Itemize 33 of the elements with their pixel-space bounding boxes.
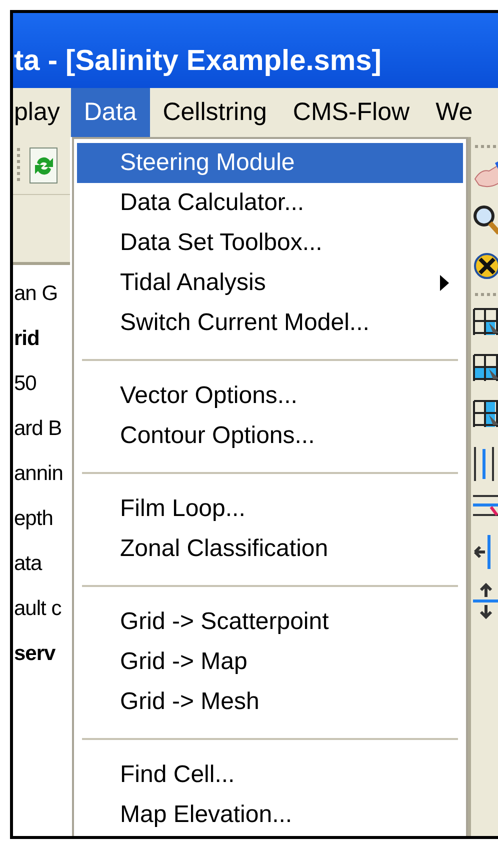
menu-option[interactable]: Zonal Classification [77, 529, 463, 569]
menu-item[interactable]: CMS-Flow [280, 88, 423, 137]
tree-item[interactable]: ault c [13, 586, 62, 631]
tree-item[interactable]: serv [13, 631, 56, 676]
refresh-icon[interactable] [29, 146, 59, 184]
menu-option[interactable]: Switch Current Model... [77, 303, 463, 343]
menu-item[interactable]: Data [70, 88, 150, 137]
menu-item[interactable]: We [422, 88, 486, 137]
menu-option[interactable]: Grid -> Mesh [77, 682, 463, 722]
tree-item[interactable]: an G [13, 271, 58, 316]
tree-item[interactable]: ata [13, 541, 42, 586]
tree-item[interactable]: annin [13, 451, 63, 496]
menu-option[interactable]: Grid -> Map [77, 642, 463, 682]
menu-option[interactable]: Film Loop... [77, 489, 463, 529]
tree-item[interactable]: ard B [13, 406, 62, 451]
menu-option[interactable]: Map Elevation... [77, 795, 463, 835]
menu-option[interactable]: Find Cell... [77, 755, 463, 795]
tree-item[interactable]: 50 [13, 361, 36, 406]
grip-icon [473, 145, 498, 149]
menu-item[interactable]: Cellstring [150, 88, 280, 137]
window-title: ta - [Salinity Example.sms] [13, 47, 382, 76]
menu-option[interactable]: Data Set Toolbox... [77, 223, 463, 263]
menu-option[interactable]: Data Calculator... [77, 183, 463, 223]
menu-item[interactable]: play [13, 88, 71, 137]
up-down-arrows-icon[interactable] [473, 581, 498, 621]
tree-item[interactable]: rid [13, 316, 40, 361]
tree-item[interactable]: epth [13, 496, 53, 541]
menu-option[interactable]: Contour Options... [77, 416, 463, 456]
menu-option[interactable]: Grid -> Scatterpoint [77, 602, 463, 642]
grip-icon [473, 293, 498, 297]
menu-option[interactable]: Vector Options... [77, 376, 463, 416]
menu-option[interactable]: Steering Module [77, 143, 463, 183]
menu-option[interactable]: Tidal Analysis [77, 263, 463, 303]
